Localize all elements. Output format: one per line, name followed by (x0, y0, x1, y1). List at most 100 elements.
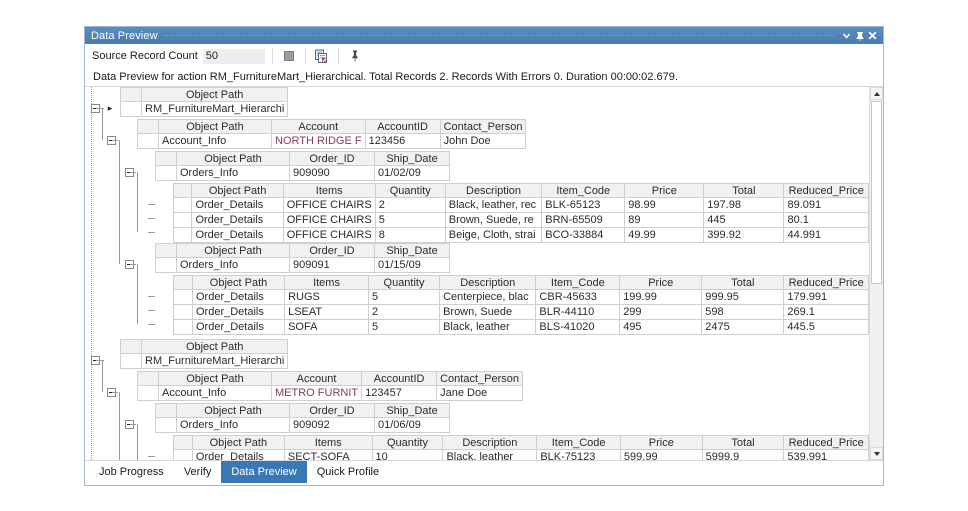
table-cell[interactable]: Account_Info (158, 133, 272, 149)
table-cell[interactable]: 5 (374, 212, 446, 228)
table-cell[interactable]: Black, leather (439, 319, 537, 335)
table-cell[interactable]: 197.98 (703, 197, 785, 213)
table-cell[interactable]: RM_FurnitureMart_Hierarchi (140, 101, 289, 117)
table-cell[interactable]: 539.991 (783, 449, 869, 460)
copy-to-clipboard-icon[interactable] (313, 47, 331, 65)
column-header[interactable]: Quantity (371, 435, 444, 450)
column-header[interactable] (173, 435, 193, 450)
table-cell[interactable] (173, 319, 193, 335)
table-cell[interactable]: 5 (367, 289, 441, 305)
column-header[interactable]: Description (439, 275, 537, 290)
column-header[interactable]: Price (619, 275, 703, 290)
table-row[interactable]: Orders_Info 909092 01/06/09 (155, 417, 450, 433)
table-cell[interactable]: 01/02/09 (374, 165, 450, 181)
table-cell[interactable]: 123456 (364, 133, 441, 149)
table-cell[interactable]: OFFICE CHAIRS (282, 227, 376, 243)
table-row[interactable]: Order_Details OFFICE CHAIRS 8 Beige, Cloth,… (172, 227, 869, 243)
column-header[interactable]: Items (282, 183, 376, 198)
table-cell[interactable] (120, 101, 142, 117)
table-cell[interactable]: NORTH RIDGE F (271, 133, 366, 149)
column-header[interactable]: Price (624, 183, 705, 198)
table-cell[interactable] (173, 449, 193, 460)
table-cell[interactable]: 299 (619, 304, 703, 320)
column-header[interactable]: Items (283, 435, 373, 450)
column-header[interactable]: Object Path (191, 435, 285, 450)
table-cell[interactable]: 2 (374, 197, 446, 213)
table-cell[interactable]: Beige, Cloth, strai (444, 227, 543, 243)
column-header[interactable]: Description (444, 183, 543, 198)
column-header[interactable]: Order_ID (289, 151, 375, 166)
table-cell[interactable]: 445.5 (783, 319, 869, 335)
table-cell[interactable]: SECT-SOFA (283, 449, 373, 460)
table-cell[interactable]: BLR-44110 (535, 304, 621, 320)
column-header[interactable]: Ship_Date (374, 403, 450, 418)
column-header[interactable] (172, 183, 193, 198)
table-row[interactable]: Order_Details OFFICE CHAIRS 2 Black, leathe… (172, 197, 869, 213)
column-header[interactable]: Object Path (176, 151, 290, 166)
table-cell[interactable]: 89 (624, 212, 705, 228)
table-cell[interactable]: Order_Details (191, 319, 286, 335)
table-cell[interactable]: CBR-45633 (535, 289, 621, 305)
table-cell[interactable]: 909091 (289, 257, 375, 273)
table-cell[interactable]: 599.99 (619, 449, 703, 460)
table-cell[interactable]: 269.1 (783, 304, 869, 320)
column-header[interactable]: Contact_Person (436, 371, 523, 386)
table-cell[interactable]: OFFICE CHAIRS (282, 212, 376, 228)
table-cell[interactable]: 5999.9 (701, 449, 785, 460)
column-header[interactable] (155, 243, 177, 258)
table-cell[interactable]: Black, leather (442, 449, 538, 460)
column-header[interactable] (173, 275, 193, 290)
table-cell[interactable]: 598 (701, 304, 785, 320)
column-header[interactable]: Quantity (374, 183, 446, 198)
table-cell[interactable]: Brown, Suede, re (444, 212, 543, 228)
table-cell[interactable]: 179.991 (783, 289, 869, 305)
table-cell[interactable]: Order_Details (191, 304, 286, 320)
column-header[interactable] (137, 371, 159, 386)
column-header[interactable]: Account (271, 119, 366, 134)
close-icon[interactable] (866, 29, 879, 42)
table-cell[interactable]: 44.991 (783, 227, 869, 243)
table-cell[interactable] (172, 197, 193, 213)
column-header[interactable]: Object Path (191, 275, 286, 290)
source-record-count-input[interactable] (202, 48, 265, 64)
stop-icon[interactable] (280, 47, 298, 65)
table-cell[interactable] (137, 133, 159, 149)
table-cell[interactable]: 10 (371, 449, 444, 460)
table-cell[interactable]: Order_Details (191, 227, 284, 243)
table-row[interactable]: Order_Details LSEAT 2 Brown, Suede BLR-44110… (173, 304, 869, 320)
column-header[interactable]: AccountID (361, 371, 438, 386)
table-cell[interactable]: LSEAT (284, 304, 369, 320)
table-cell[interactable]: METRO FURNIT (270, 385, 363, 401)
tab-data-preview[interactable]: Data Preview (221, 461, 307, 483)
column-header[interactable]: Total (701, 435, 785, 450)
table-cell[interactable] (137, 385, 159, 401)
table-cell[interactable] (155, 257, 177, 273)
table-row[interactable]: RM_FurnitureMart_Hierarchi (120, 353, 289, 369)
column-header[interactable]: Object Path (176, 403, 290, 418)
table-cell[interactable] (155, 417, 177, 433)
column-header[interactable]: Quantity (367, 275, 441, 290)
table-row[interactable]: Orders_Info 909090 01/02/09 (155, 165, 450, 181)
column-header[interactable] (120, 339, 142, 354)
table-cell[interactable]: BLK-75123 (536, 449, 621, 460)
column-header[interactable]: Order_ID (289, 243, 375, 258)
scrollbar-track[interactable] (870, 285, 883, 447)
table-cell[interactable]: RM_FurnitureMart_Hierarchi (140, 353, 289, 369)
table-cell[interactable]: 01/15/09 (374, 257, 450, 273)
table-cell[interactable]: 89.091 (783, 197, 869, 213)
table-cell[interactable]: 8 (374, 227, 446, 243)
table-cell[interactable]: Order_Details (191, 212, 284, 228)
column-header[interactable]: Object Path (176, 243, 290, 258)
column-header[interactable]: Reduced_Price (783, 435, 869, 450)
column-header[interactable]: Item_Code (535, 275, 621, 290)
table-cell[interactable]: 199.99 (619, 289, 703, 305)
table-row[interactable]: Order_Details SECT-SOFA 10 Black, leather BL… (173, 449, 869, 460)
column-header[interactable]: Contact_Person (439, 119, 527, 134)
column-header[interactable]: Total (701, 275, 785, 290)
column-header[interactable] (155, 403, 177, 418)
column-header[interactable]: Reduced_Price (783, 183, 869, 198)
vertical-scrollbar[interactable] (869, 87, 883, 460)
table-cell[interactable]: Orders_Info (176, 165, 290, 181)
table-row[interactable]: Order_Details OFFICE CHAIRS 5 Brown, Suede,… (172, 212, 869, 228)
table-cell[interactable] (155, 165, 177, 181)
